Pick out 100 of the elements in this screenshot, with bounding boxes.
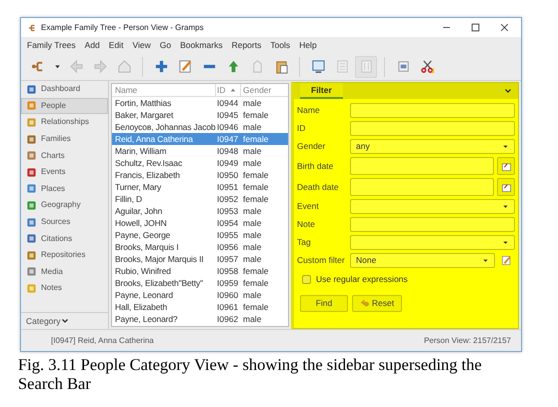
column-header[interactable]: Name bbox=[112, 84, 216, 96]
column-header[interactable]: Gender bbox=[241, 84, 288, 96]
menu-item[interactable]: Go bbox=[160, 38, 172, 52]
date-picker-button[interactable] bbox=[497, 157, 515, 175]
menu-item[interactable]: Help bbox=[299, 38, 317, 52]
reset-button[interactable]: Reset bbox=[352, 294, 402, 312]
table-row[interactable]: Payne, George I0955 male bbox=[112, 229, 288, 241]
table-row[interactable]: Brooks, Elizabeth"Betty" I0959 female bbox=[112, 277, 288, 289]
table-row[interactable]: Brooks, Marquis I I0956 male bbox=[112, 241, 288, 253]
sidebar-item[interactable]: Relationships bbox=[21, 114, 108, 131]
input-field[interactable] bbox=[350, 121, 515, 136]
input-field[interactable] bbox=[350, 217, 515, 232]
field-label: Gender bbox=[297, 140, 326, 153]
column-header[interactable]: ID bbox=[216, 84, 241, 96]
menu-item[interactable]: Add bbox=[84, 38, 100, 52]
table-row[interactable]: Белоусов, Johannas Jacob I0946 male bbox=[112, 121, 288, 133]
sidebar-item[interactable]: Notes bbox=[21, 280, 108, 297]
category-icon bbox=[26, 183, 37, 194]
sidebar-item[interactable]: People bbox=[21, 98, 108, 114]
tree-icon bbox=[30, 59, 46, 74]
find-button[interactable]: Find bbox=[300, 294, 348, 312]
table-row[interactable]: Turner, Mary I0951 female bbox=[112, 181, 288, 193]
sidebar-item[interactable]: Charts bbox=[21, 147, 108, 164]
table-cell-text: female bbox=[242, 264, 270, 278]
table-row[interactable]: Francis, Elizabeth I0950 female bbox=[112, 169, 288, 181]
menu-item[interactable]: Family Trees bbox=[27, 38, 76, 52]
menu-item[interactable]: Reports bbox=[232, 38, 262, 52]
table-cell-text: male bbox=[242, 288, 262, 302]
category-dropdown[interactable]: Category bbox=[21, 312, 108, 329]
input-field[interactable] bbox=[350, 178, 494, 196]
table-cell-text: Fillin, D bbox=[114, 192, 143, 206]
category-icon bbox=[26, 134, 37, 145]
table-row[interactable]: Payne, Leonard? I0962 male bbox=[112, 313, 288, 325]
sidebar-item[interactable]: Citations bbox=[21, 230, 108, 247]
table-cell-text: I0955 bbox=[216, 228, 240, 242]
table-cell-text: female bbox=[242, 276, 270, 290]
scissors-icon bbox=[420, 59, 434, 74]
category-icon bbox=[26, 150, 37, 162]
window-icon bbox=[396, 59, 410, 74]
chevron-down-icon[interactable] bbox=[504, 87, 512, 95]
table-row[interactable]: Marin, William I0948 male bbox=[112, 145, 288, 157]
table-cell-text: male bbox=[242, 216, 262, 230]
date-picker-button[interactable] bbox=[497, 178, 515, 196]
checkbox[interactable] bbox=[302, 274, 311, 284]
table-row[interactable]: Baker, Margaret I0945 female bbox=[112, 109, 288, 121]
sidebar-item[interactable]: Dashboard bbox=[21, 81, 108, 98]
menu-item[interactable]: View bbox=[132, 38, 151, 52]
table-row[interactable]: Fillin, D I0952 female bbox=[112, 193, 288, 205]
sidebar-item[interactable]: Sources bbox=[21, 214, 108, 230]
close-icon[interactable] bbox=[500, 23, 509, 32]
filter-tab[interactable]: Filter bbox=[300, 83, 343, 99]
sidebar-item[interactable]: Media bbox=[21, 264, 108, 280]
table-cell-text: I0953 bbox=[216, 204, 240, 218]
monitor-icon bbox=[310, 59, 326, 74]
dropdown[interactable]: None bbox=[350, 253, 495, 268]
table-cell-text: female bbox=[242, 132, 270, 146]
table-cell-text: I0946 bbox=[216, 120, 240, 134]
sidebar-item[interactable]: Repositories bbox=[21, 246, 108, 264]
maximize-icon[interactable] bbox=[471, 23, 480, 32]
field-label: ID bbox=[297, 122, 306, 135]
field-label: Tag bbox=[297, 236, 312, 249]
table-cell-text: I0947 bbox=[216, 132, 240, 146]
combo-field[interactable] bbox=[350, 199, 515, 214]
sidebar-item[interactable]: Places bbox=[21, 180, 108, 198]
dropdown[interactable] bbox=[350, 235, 515, 250]
sidebar-item[interactable]: Events bbox=[21, 164, 108, 181]
sidebar-item[interactable]: Families bbox=[21, 130, 108, 148]
table-cell-text: Payne, Leonard bbox=[114, 288, 174, 302]
input-field[interactable] bbox=[350, 157, 494, 175]
edit-icon[interactable] bbox=[501, 255, 512, 266]
table-cell-text: Turner, Mary bbox=[114, 180, 162, 194]
input-field[interactable] bbox=[350, 103, 515, 118]
table-cell-text: female bbox=[242, 300, 270, 314]
list-view-icon bbox=[334, 59, 350, 74]
table-row[interactable]: Schultz, Rev.Isaac I0949 male bbox=[112, 157, 288, 169]
table-row[interactable]: Rubio, Winifred I0958 female bbox=[112, 265, 288, 277]
table-cell-text: male bbox=[242, 252, 262, 266]
menu-item[interactable]: Tools bbox=[270, 38, 290, 52]
sidebar-item[interactable]: Geography bbox=[21, 197, 108, 214]
table-cell-text: Francis, Elizabeth bbox=[114, 168, 181, 182]
table-row[interactable]: Brooks, Major Marquis II I0957 male bbox=[112, 253, 288, 265]
table-cell-text: Payne, George bbox=[114, 228, 172, 242]
menu-item[interactable]: Bookmarks bbox=[180, 38, 223, 52]
dropdown[interactable]: any bbox=[350, 139, 515, 154]
table-row[interactable]: Howell, JOHN I0954 male bbox=[112, 217, 288, 229]
menu-item[interactable]: Edit bbox=[108, 38, 124, 52]
table-row[interactable]: Payne, Leonard I0960 male bbox=[112, 289, 288, 301]
category-icon bbox=[26, 250, 37, 261]
field-label: Note bbox=[297, 218, 316, 231]
category-icon bbox=[26, 216, 37, 228]
dropdown-arrow-icon bbox=[502, 239, 509, 246]
table-row[interactable]: Fortin, Matthias I0944 male bbox=[112, 97, 288, 109]
table-cell-text: Brooks, Marquis I bbox=[114, 240, 180, 254]
undo-arrow-icon bbox=[360, 298, 369, 308]
table-row[interactable]: Hall, Elizabeth I0961 female bbox=[112, 301, 288, 313]
table-cell-text: Schultz, Rev.Isaac bbox=[114, 156, 184, 170]
window-title: Example Family Tree - Person View - Gramps bbox=[41, 22, 204, 34]
table-cell-text: female bbox=[242, 108, 270, 122]
table-cell-text: Howell, JOHN bbox=[114, 216, 168, 230]
table-row[interactable]: Aguilar, John I0953 male bbox=[112, 205, 288, 217]
